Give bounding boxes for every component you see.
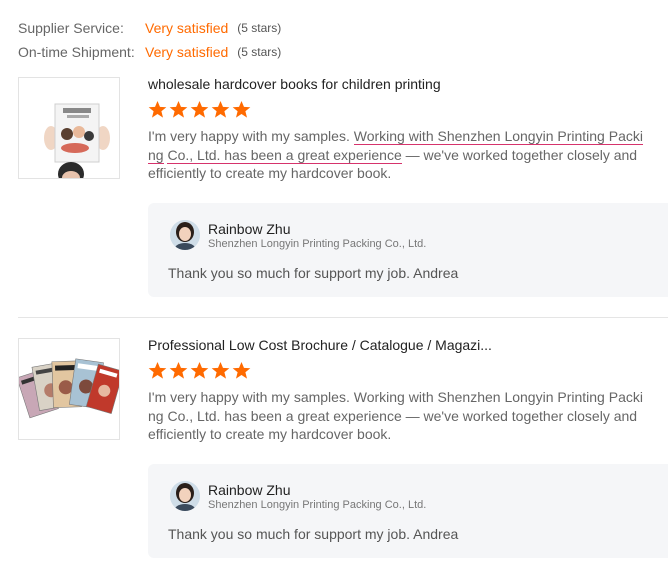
rating-summary: Supplier Service: Very satisfied (5 star… bbox=[18, 16, 281, 64]
highlighted-text: Co., Ltd. has been a great experience bbox=[167, 146, 402, 164]
rating-stars-count: (5 stars) bbox=[237, 45, 282, 59]
rating-value: Very satisfied bbox=[145, 20, 229, 36]
star-icon bbox=[211, 361, 230, 379]
product-thumbnail[interactable] bbox=[18, 77, 120, 179]
reply-text: Thank you so much for support my job. An… bbox=[168, 526, 459, 542]
star-icon bbox=[169, 100, 188, 118]
avatar-icon bbox=[170, 481, 200, 511]
star-icon bbox=[190, 361, 209, 379]
product-thumbnail[interactable] bbox=[18, 338, 120, 440]
rating-value: Very satisfied bbox=[145, 44, 229, 60]
star-icon bbox=[148, 361, 167, 379]
product-title-link[interactable]: wholesale hardcover books for children p… bbox=[148, 75, 668, 93]
star-icon bbox=[232, 361, 251, 379]
rating-row-on-time-shipment: On-time Shipment: Very satisfied (5 star… bbox=[18, 40, 281, 64]
star-icon bbox=[169, 361, 188, 379]
reply-company: Shenzhen Longyin Printing Packing Co., L… bbox=[208, 238, 427, 250]
star-icon bbox=[190, 100, 209, 118]
star-icon bbox=[232, 100, 251, 118]
book-photo-icon bbox=[19, 78, 119, 178]
review-item: wholesale hardcover books for children p… bbox=[18, 75, 668, 299]
rating-label: Supplier Service: bbox=[18, 20, 124, 36]
rating-label: On-time Shipment: bbox=[18, 44, 135, 60]
product-title-link[interactable]: Professional Low Cost Brochure / Catalog… bbox=[148, 336, 668, 354]
rating-stars-count: (5 stars) bbox=[237, 21, 282, 35]
supplier-reply: Rainbow Zhu Shenzhen Longyin Printing Pa… bbox=[148, 203, 668, 297]
reply-author: Rainbow Zhu bbox=[208, 221, 291, 237]
avatar-icon bbox=[170, 220, 200, 250]
star-icon bbox=[148, 100, 167, 118]
magazine-photo-icon bbox=[19, 339, 119, 439]
rating-row-supplier-service: Supplier Service: Very satisfied (5 star… bbox=[18, 16, 281, 40]
star-icon bbox=[211, 100, 230, 118]
reply-text: Thank you so much for support my job. An… bbox=[168, 265, 459, 281]
divider bbox=[18, 317, 668, 318]
review-item: Professional Low Cost Brochure / Catalog… bbox=[18, 336, 668, 560]
review-stars bbox=[148, 100, 668, 122]
review-text: I'm very happy with my samples. Working … bbox=[148, 127, 648, 183]
reply-author: Rainbow Zhu bbox=[208, 482, 291, 498]
review-text: I'm very happy with my samples. Working … bbox=[148, 389, 643, 442]
review-stars bbox=[148, 361, 668, 383]
review-content: wholesale hardcover books for children p… bbox=[148, 75, 668, 183]
supplier-reply: Rainbow Zhu Shenzhen Longyin Printing Pa… bbox=[148, 464, 668, 558]
review-text-part: I'm very happy with my samples. bbox=[148, 128, 354, 144]
review-content: Professional Low Cost Brochure / Catalog… bbox=[148, 336, 668, 444]
reply-company: Shenzhen Longyin Printing Packing Co., L… bbox=[208, 499, 427, 511]
